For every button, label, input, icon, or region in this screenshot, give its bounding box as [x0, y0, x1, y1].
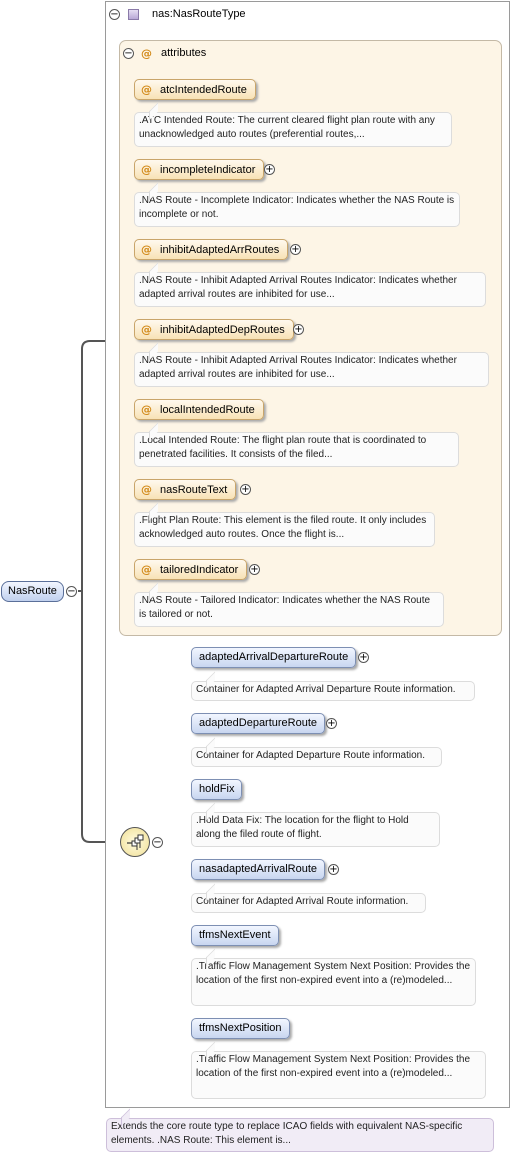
- attributes-label: attributes: [161, 47, 207, 59]
- attribute-documentation: .NAS Route - Inhibit Adapted Arrival Rou…: [134, 352, 489, 387]
- expand-toggle[interactable]: +: [249, 564, 260, 575]
- expand-icon: +: [265, 164, 274, 175]
- attribute-inhibitadaptedarrroutes[interactable]: @ inhibitAdaptedArrRoutes: [134, 239, 289, 260]
- expand-icon: +: [250, 564, 259, 575]
- expand-icon: +: [291, 244, 300, 255]
- expand-icon: +: [329, 864, 338, 875]
- attribute-nasroutetext[interactable]: @ nasRouteText: [134, 479, 237, 500]
- attribute-icon: @: [141, 563, 152, 576]
- element-nasadaptedarrivalroute[interactable]: nasadaptedArrivalRoute: [191, 859, 326, 880]
- complex-type-icon: [128, 9, 139, 20]
- attribute-incompleteindicator[interactable]: @ incompleteIndicator: [134, 159, 265, 180]
- root-collapse-toggle[interactable]: −: [66, 586, 77, 597]
- attribute-label: atcIntendedRoute: [160, 84, 247, 96]
- attribute-icon: @: [141, 243, 152, 256]
- expand-toggle[interactable]: +: [326, 718, 337, 729]
- element-tfmsnextevent[interactable]: tfmsNextEvent: [191, 925, 279, 946]
- element-adaptedarrivaldepartureroute[interactable]: adaptedArrivalDepartureRoute: [191, 647, 357, 668]
- attribute-label: inhibitAdaptedDepRoutes: [160, 324, 285, 336]
- element-documentation: .Traffic Flow Management System Next Pos…: [191, 958, 476, 1006]
- expand-toggle[interactable]: +: [264, 164, 275, 175]
- attribute-inhibitadapteddeproutes[interactable]: @ inhibitAdaptedDepRoutes: [134, 319, 294, 340]
- attribute-label: localIntendedRoute: [160, 404, 255, 416]
- attribute-label: inhibitAdaptedArrRoutes: [160, 244, 280, 256]
- root-documentation: Extends the core route type to replace I…: [106, 1118, 494, 1152]
- collapse-icon: −: [110, 9, 119, 20]
- attribute-atcintendedroute[interactable]: @ atcIntendedRoute: [134, 79, 256, 100]
- element-adapteddepartureroute[interactable]: adaptedDepartureRoute: [191, 713, 326, 734]
- sequence-symbol: [127, 834, 144, 850]
- attribute-icon: @: [141, 47, 152, 60]
- element-documentation: .Traffic Flow Management System Next Pos…: [191, 1051, 486, 1099]
- attribute-documentation: .Flight Plan Route: This element is the …: [134, 512, 435, 547]
- expand-toggle[interactable]: +: [328, 864, 339, 875]
- type-name: nas:NasRouteType: [152, 8, 246, 20]
- expand-toggle[interactable]: +: [240, 484, 251, 495]
- attribute-icon: @: [141, 83, 152, 96]
- expand-toggle[interactable]: +: [293, 324, 304, 335]
- expand-icon: +: [294, 324, 303, 335]
- attribute-label: nasRouteText: [160, 484, 228, 496]
- element-label: nasadaptedArrivalRoute: [199, 863, 318, 875]
- element-label: tfmsNextEvent: [199, 929, 271, 941]
- attribute-label: tailoredIndicator: [160, 564, 239, 576]
- element-documentation: Container for Adapted Arrival Route info…: [191, 893, 426, 913]
- attribute-label: incompleteIndicator: [160, 164, 256, 176]
- expand-icon: +: [359, 652, 368, 663]
- element-label: adaptedArrivalDepartureRoute: [199, 651, 349, 663]
- expand-toggle[interactable]: +: [358, 652, 369, 663]
- element-label: tfmsNextPosition: [199, 1022, 282, 1034]
- collapse-icon: −: [153, 837, 162, 848]
- collapse-icon: −: [124, 48, 133, 59]
- element-holdfix[interactable]: holdFix: [191, 779, 243, 800]
- attribute-icon: @: [141, 483, 152, 496]
- expand-icon: +: [241, 484, 250, 495]
- attribute-tailoredindicator[interactable]: @ tailoredIndicator: [134, 559, 248, 580]
- element-documentation: Container for Adapted Arrival Departure …: [191, 681, 475, 701]
- element-label: holdFix: [199, 783, 235, 795]
- sequence-collapse-toggle[interactable]: −: [152, 837, 163, 848]
- attributes-collapse-toggle[interactable]: −: [123, 48, 134, 59]
- attribute-icon: @: [141, 163, 152, 176]
- attribute-icon: @: [141, 323, 152, 336]
- element-documentation: Container for Adapted Departure Route in…: [191, 747, 442, 767]
- root-element-nasroute[interactable]: NasRoute: [1, 581, 64, 602]
- element-label: adaptedDepartureRoute: [199, 717, 318, 729]
- expand-toggle[interactable]: +: [290, 244, 301, 255]
- attribute-documentation: .NAS Route - Incomplete Indicator: Indic…: [134, 192, 460, 227]
- expand-icon: +: [327, 718, 336, 729]
- element-tfmsnextposition[interactable]: tfmsNextPosition: [191, 1018, 290, 1039]
- sequence-compositor-icon[interactable]: [120, 827, 150, 857]
- attribute-localintendedroute[interactable]: @ localIntendedRoute: [134, 399, 264, 420]
- attribute-documentation: .Local Intended Route: The flight plan r…: [134, 432, 459, 467]
- attribute-documentation: .NAS Route - Inhibit Adapted Arrival Rou…: [134, 272, 486, 307]
- root-element-label: NasRoute: [8, 585, 57, 597]
- attribute-icon: @: [141, 403, 152, 416]
- attribute-documentation: .ATC Intended Route: The current cleared…: [134, 112, 452, 147]
- type-collapse-toggle[interactable]: −: [109, 9, 120, 20]
- element-documentation: .Hold Data Fix: The location for the fli…: [191, 812, 440, 847]
- collapse-icon: −: [67, 586, 76, 597]
- attribute-documentation: .NAS Route - Tailored Indicator: Indicat…: [134, 592, 444, 627]
